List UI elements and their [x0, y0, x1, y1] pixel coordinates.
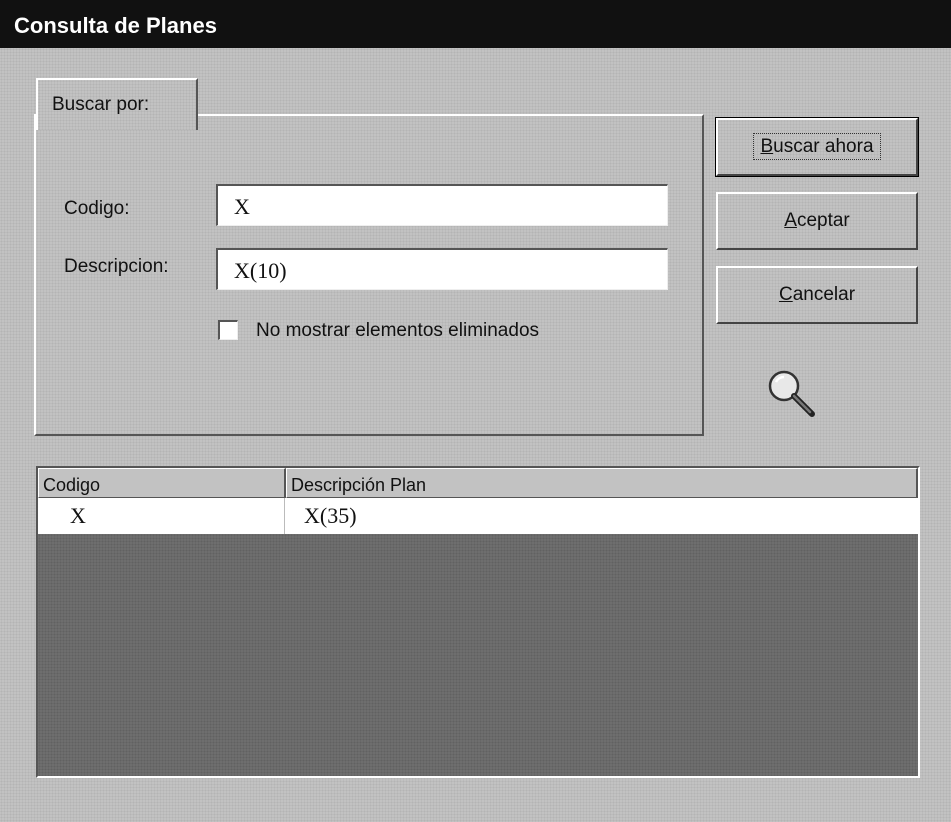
button-label: ceptar: [796, 210, 850, 231]
button-label: ancelar: [792, 284, 856, 305]
codigo-label: Codigo:: [64, 198, 130, 219]
descripcion-label: Descripcion:: [64, 256, 169, 277]
tab-label: Buscar por:: [52, 94, 150, 115]
column-separator: [284, 498, 285, 534]
cell-descripcion: X(35): [304, 503, 357, 528]
button-label: uscar ahora: [773, 136, 874, 157]
cell-codigo: X: [70, 503, 86, 528]
results-table[interactable]: Codigo Descripción Plan X X(35): [36, 466, 920, 778]
codigo-input[interactable]: X: [216, 184, 668, 226]
buscar-ahora-button[interactable]: Buscar ahora: [715, 117, 919, 177]
column-header-descripcion[interactable]: Descripción Plan: [286, 468, 918, 498]
table-row[interactable]: X X(35): [38, 498, 918, 534]
accel-key: B: [760, 136, 774, 157]
accel-key: A: [784, 210, 797, 231]
window-title: Consulta de Planes: [14, 13, 217, 38]
checkbox-label[interactable]: No mostrar elementos eliminados: [256, 320, 539, 342]
column-header-codigo[interactable]: Codigo: [38, 468, 286, 498]
title-bar: Consulta de Planes: [0, 0, 951, 48]
magnifier-icon: [768, 370, 815, 417]
descripcion-input[interactable]: X(10): [216, 248, 668, 290]
tab-buscar-por[interactable]: Buscar por:: [36, 78, 198, 130]
no-mostrar-checkbox[interactable]: [218, 320, 238, 340]
cancelar-button[interactable]: Cancelar: [716, 266, 918, 324]
accel-key: C: [778, 284, 793, 305]
aceptar-button[interactable]: Aceptar: [716, 192, 918, 250]
